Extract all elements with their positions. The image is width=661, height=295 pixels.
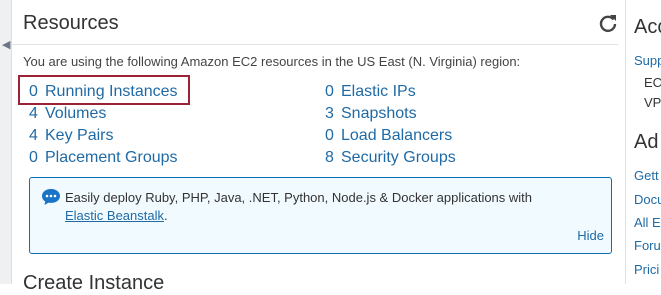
all-ec2-resources-link[interactable]: All E (634, 215, 661, 230)
resource-volumes[interactable]: 4 Volumes (29, 105, 106, 123)
resource-label: Elastic IPs (341, 83, 416, 100)
hide-link[interactable]: Hide (577, 228, 604, 243)
resource-label: Key Pairs (45, 127, 114, 144)
right-side-panel: Acc Supp EC VP Ad Gett Docu All E Foru P… (626, 0, 661, 284)
resource-label: Running Instances (45, 83, 178, 100)
resource-load-balancers[interactable]: 0 Load Balancers (325, 127, 452, 145)
resource-snapshots[interactable]: 3 Snapshots (325, 105, 417, 123)
resource-security-groups[interactable]: 8 Security Groups (325, 149, 456, 167)
documentation-link[interactable]: Docu (634, 192, 661, 207)
beanstalk-info-box: Easily deploy Ruby, PHP, Java, .NET, Pyt… (29, 177, 612, 254)
info-message: Easily deploy Ruby, PHP, Java, .NET, Pyt… (65, 189, 585, 225)
resource-label: Volumes (45, 105, 107, 122)
platform-vpc-text: VP (644, 95, 661, 110)
resources-intro: You are using the following Amazon EC2 r… (23, 54, 521, 69)
chat-bubble-icon (42, 189, 60, 205)
resource-count: 3 (325, 105, 334, 122)
getting-started-link[interactable]: Gett (634, 168, 659, 183)
forums-link[interactable]: Foru (634, 238, 661, 253)
resources-header: Resources (12, 0, 618, 45)
resource-label: Placement Groups (45, 149, 178, 166)
resource-label: Load Balancers (341, 127, 453, 144)
resource-count: 4 (29, 127, 38, 144)
resource-key-pairs[interactable]: 4 Key Pairs (29, 127, 113, 145)
resource-count: 0 (29, 83, 38, 100)
refresh-icon[interactable] (598, 13, 618, 33)
resource-running-instances[interactable]: 0 Running Instances (29, 83, 178, 101)
resource-count: 0 (325, 83, 334, 100)
resource-elastic-ips[interactable]: 0 Elastic IPs (325, 83, 416, 101)
resources-title: Resources (23, 12, 119, 34)
resource-label: Security Groups (341, 149, 456, 166)
platform-ec2-text: EC (644, 75, 661, 90)
account-attributes-heading: Acc (634, 16, 661, 38)
additional-info-heading: Ad (634, 131, 659, 153)
resource-label: Snapshots (341, 105, 417, 122)
resource-count: 8 (325, 149, 334, 166)
resource-placement-groups[interactable]: 0 Placement Groups (29, 149, 178, 167)
info-text: Easily deploy Ruby, PHP, Java, .NET, Pyt… (65, 190, 533, 205)
resources-panel: Resources You are using the following Am… (12, 0, 618, 294)
supported-platforms-link[interactable]: Supp (634, 53, 661, 68)
pricing-link[interactable]: Prici (634, 262, 659, 277)
collapse-arrow-icon[interactable]: ◀ (2, 38, 10, 51)
resource-count: 0 (325, 127, 334, 144)
left-collapse-gutter[interactable]: ◀ (0, 0, 12, 284)
info-period: . (164, 208, 168, 223)
resource-count: 4 (29, 105, 38, 122)
elastic-beanstalk-link[interactable]: Elastic Beanstalk (65, 208, 164, 223)
resource-count: 0 (29, 149, 38, 166)
